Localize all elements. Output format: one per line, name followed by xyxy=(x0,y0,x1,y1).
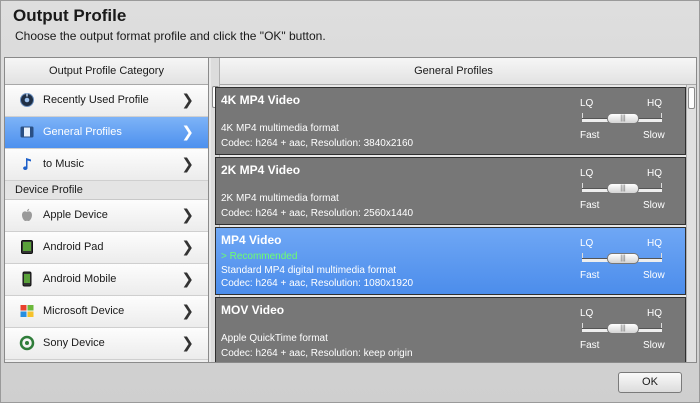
output-profile-dialog: Output Profile Choose the output format … xyxy=(0,0,700,403)
chevron-right-icon: ❯ xyxy=(181,207,194,224)
slider-knob[interactable]: ||| xyxy=(607,113,639,124)
general-profiles-icon xyxy=(19,124,35,140)
category-item-label: Apple Device xyxy=(43,209,108,221)
chevron-right-icon: ❯ xyxy=(181,271,194,288)
profile-row-2k-mp4[interactable]: 2K MP4 Video 2K MP4 multimedia format Co… xyxy=(215,157,686,225)
category-item-label: Microsoft Device xyxy=(43,305,125,317)
category-item-label: Android Mobile xyxy=(43,273,117,285)
recommended-label: > Recommended xyxy=(221,251,298,262)
fast-label: Fast xyxy=(580,340,600,351)
scrollbar-thumb[interactable] xyxy=(688,87,695,109)
category-item-sony-device[interactable]: Sony Device ❯ xyxy=(5,328,208,360)
slider-knob[interactable]: ||| xyxy=(607,323,639,334)
content-area: Output Profile Category Recently Used Pr… xyxy=(4,57,697,363)
profile-codec: Codec: h264 + aac, Resolution: 2560x1440 xyxy=(221,208,414,219)
quality-slider[interactable]: ||| xyxy=(582,113,662,124)
slow-label: Slow xyxy=(643,270,665,281)
category-item-microsoft-device[interactable]: Microsoft Device ❯ xyxy=(5,296,208,328)
profile-row-mov[interactable]: MOV Video Apple QuickTime format Codec: … xyxy=(215,297,686,362)
category-panel-heading: Output Profile Category xyxy=(5,58,208,85)
quality-slider[interactable]: ||| xyxy=(582,253,662,264)
chevron-right-icon: ❯ xyxy=(181,92,194,109)
profile-row-mp4[interactable]: MP4 Video > Recommended Standard MP4 dig… xyxy=(215,227,686,295)
device-profile-section-label: Device Profile xyxy=(5,181,208,200)
profile-description: 4K MP4 multimedia format xyxy=(221,123,339,134)
fast-label: Fast xyxy=(580,200,600,211)
music-note-icon xyxy=(19,156,35,172)
category-item-general-profiles[interactable]: General Profiles ❯ xyxy=(5,117,208,149)
category-item-android-mobile[interactable]: Android Mobile ❯ xyxy=(5,264,208,296)
profile-title: MP4 Video xyxy=(221,233,282,247)
lq-label: LQ xyxy=(580,308,594,319)
category-item-apple-device[interactable]: Apple Device ❯ xyxy=(5,200,208,232)
quality-slider[interactable]: ||| xyxy=(582,183,662,194)
profile-title: 2K MP4 Video xyxy=(221,163,301,177)
profile-description: Standard MP4 digital multimedia format xyxy=(221,265,397,276)
profiles-panel-heading: General Profiles xyxy=(211,58,696,85)
lq-label: LQ xyxy=(580,98,594,109)
hq-label: HQ xyxy=(647,98,662,109)
profile-title: MOV Video xyxy=(221,303,285,317)
profile-codec: Codec: h264 + aac, Resolution: 1080x1920 xyxy=(221,278,414,289)
profiles-list: 4K MP4 Video 4K MP4 multimedia format Co… xyxy=(211,85,686,362)
slow-label: Slow xyxy=(643,200,665,211)
category-item-to-music[interactable]: to Music ❯ xyxy=(5,149,208,181)
apple-icon xyxy=(19,207,35,223)
category-panel: Output Profile Category Recently Used Pr… xyxy=(5,58,209,362)
slider-knob[interactable]: ||| xyxy=(607,253,639,264)
category-item-label: General Profiles xyxy=(43,126,122,138)
slider-knob[interactable]: ||| xyxy=(607,183,639,194)
profile-row-4k-mp4[interactable]: 4K MP4 Video 4K MP4 multimedia format Co… xyxy=(215,87,686,155)
android-mobile-icon xyxy=(19,271,35,287)
slow-label: Slow xyxy=(643,340,665,351)
hq-label: HQ xyxy=(647,168,662,179)
quality-slider[interactable]: ||| xyxy=(582,323,662,334)
lq-label: LQ xyxy=(580,168,594,179)
fast-label: Fast xyxy=(580,270,600,281)
hq-label: HQ xyxy=(647,308,662,319)
category-item-android-pad[interactable]: Android Pad ❯ xyxy=(5,232,208,264)
category-item-label: to Music xyxy=(43,158,84,170)
category-item-label: Recently Used Profile xyxy=(43,94,149,106)
profile-description: 2K MP4 multimedia format xyxy=(221,193,339,204)
category-item-recently-used[interactable]: Recently Used Profile ❯ xyxy=(5,85,208,117)
dialog-subtitle: Choose the output format profile and cli… xyxy=(15,29,326,43)
ok-button[interactable]: OK xyxy=(618,372,682,393)
profile-codec: Codec: h264 + aac, Resolution: keep orig… xyxy=(221,348,413,359)
slow-label: Slow xyxy=(643,130,665,141)
profile-description: Apple QuickTime format xyxy=(221,333,328,344)
profile-codec: Codec: h264 + aac, Resolution: 3840x2160 xyxy=(221,138,414,149)
profile-title: 4K MP4 Video xyxy=(221,93,301,107)
category-item-label: Sony Device xyxy=(43,337,105,349)
chevron-right-icon: ❯ xyxy=(181,303,194,320)
category-item-label: Android Pad xyxy=(43,241,104,253)
recent-profile-icon xyxy=(19,92,35,108)
hq-label: HQ xyxy=(647,238,662,249)
profiles-panel: General Profiles 4K MP4 Video 4K MP4 mul… xyxy=(211,58,696,362)
profiles-scrollbar[interactable] xyxy=(686,85,696,362)
microsoft-icon xyxy=(19,303,35,319)
chevron-right-icon: ❯ xyxy=(181,335,194,352)
fast-label: Fast xyxy=(580,130,600,141)
chevron-right-icon: ❯ xyxy=(181,156,194,173)
chevron-right-icon: ❯ xyxy=(181,239,194,256)
sony-device-icon xyxy=(19,335,35,351)
dialog-title: Output Profile xyxy=(13,6,127,25)
chevron-right-icon: ❯ xyxy=(181,124,194,141)
lq-label: LQ xyxy=(580,238,594,249)
android-pad-icon xyxy=(19,239,35,255)
